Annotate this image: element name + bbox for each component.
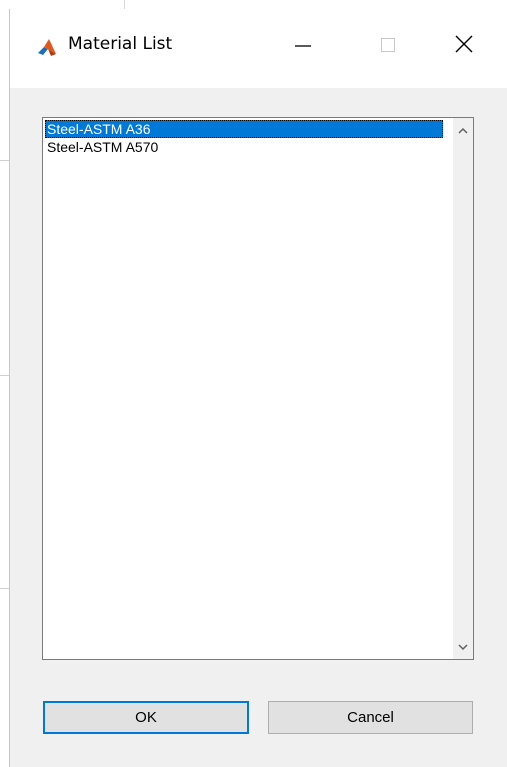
list-item-steel-astm-a570[interactable]: Steel-ASTM A570 xyxy=(45,138,443,156)
scroll-down-button[interactable] xyxy=(453,637,473,657)
background-tick xyxy=(0,375,9,376)
chevron-down-icon xyxy=(458,644,468,651)
cancel-button[interactable]: Cancel xyxy=(268,701,473,734)
background-left-strip xyxy=(0,0,9,767)
window-title: Material List xyxy=(68,34,173,54)
material-listbox[interactable]: Steel-ASTM A36 Steel-ASTM A570 xyxy=(42,117,474,660)
ok-button[interactable]: OK xyxy=(43,701,249,734)
vertical-scrollbar[interactable] xyxy=(453,118,473,659)
list-item-steel-astm-a36[interactable]: Steel-ASTM A36 xyxy=(45,120,443,138)
matlab-icon xyxy=(36,36,58,58)
close-icon xyxy=(455,35,473,53)
material-list-dialog: Material List Steel-ASTM A36 Steel-ASTM … xyxy=(9,9,507,767)
title-bar[interactable]: Material List xyxy=(10,9,507,88)
background-tick xyxy=(0,588,9,589)
close-button[interactable] xyxy=(442,25,488,65)
chevron-up-icon xyxy=(458,127,468,134)
maximize-icon xyxy=(381,38,395,52)
minimize-icon xyxy=(295,45,311,47)
maximize-button[interactable] xyxy=(365,25,411,65)
background-tick xyxy=(0,160,9,161)
scroll-up-button[interactable] xyxy=(453,120,473,140)
minimize-button[interactable] xyxy=(280,25,326,65)
